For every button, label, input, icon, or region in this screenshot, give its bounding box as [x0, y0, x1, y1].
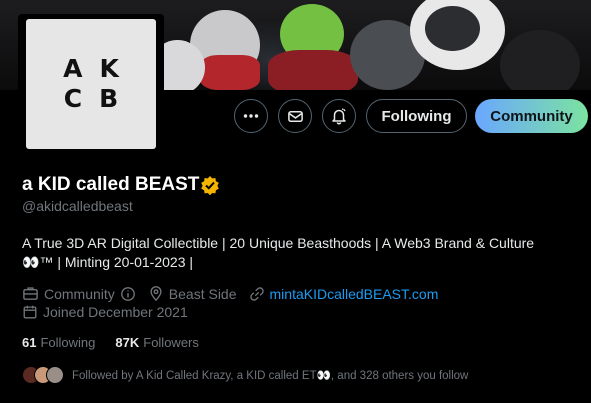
banner-figure-2-body: [268, 50, 358, 90]
follower-avatar-3: [46, 366, 64, 384]
bell-icon: [332, 108, 346, 125]
profile-meta: Community Beast Side mintaKIDcalledBEAST…: [22, 285, 450, 302]
location-label: Beast Side: [168, 285, 237, 302]
followers-stat[interactable]: 87K Followers: [115, 335, 198, 350]
joined-row: Joined December 2021: [22, 304, 200, 320]
envelope-icon: [287, 110, 303, 122]
following-label: Following: [40, 335, 96, 350]
notifications-button[interactable]: [322, 99, 356, 133]
banner-figure-5: [500, 30, 580, 90]
category-item: Community: [22, 285, 136, 302]
profile-bio: A True 3D AR Digital Collectible | 20 Un…: [22, 234, 582, 272]
followed-by-text: Followed by A Kid Called Krazy, a KID ca…: [72, 370, 469, 382]
banner-figure-1-hat: [200, 55, 260, 90]
more-button[interactable]: [234, 99, 268, 133]
avatar-logo: AK CB: [26, 19, 156, 149]
profile-avatar[interactable]: AK CB: [18, 14, 164, 156]
message-button[interactable]: [278, 99, 312, 133]
verified-badge-icon[interactable]: [200, 175, 220, 195]
bio-line-2: 👀™ | Minting 20-01-2023 |: [22, 254, 194, 270]
name-row: a KID called BEAST: [22, 174, 220, 196]
display-name: a KID called BEAST: [22, 174, 200, 195]
followed-by-row[interactable]: Followed by A Kid Called Krazy, a KID ca…: [22, 366, 468, 384]
info-icon[interactable]: [120, 286, 136, 302]
logo-line-2: CB: [63, 84, 136, 113]
briefcase-icon: [23, 287, 38, 300]
joined-item: Joined December 2021: [22, 304, 188, 320]
banner-figure-4-face: [425, 6, 480, 51]
website-item: mintaKIDcalledBEAST.com: [249, 286, 439, 302]
followers-label: Followers: [143, 335, 199, 350]
joined-date: Joined December 2021: [43, 304, 188, 320]
logo-line-1: AK: [63, 54, 136, 83]
location-pin-icon: [150, 286, 162, 302]
location-item: Beast Side: [148, 285, 237, 302]
bio-line-1: A True 3D AR Digital Collectible | 20 Un…: [22, 235, 535, 251]
calendar-icon: [23, 305, 37, 319]
website-link[interactable]: mintaKIDcalledBEAST.com: [270, 286, 439, 302]
following-button[interactable]: Following: [366, 99, 467, 133]
category-label: Community: [44, 285, 115, 302]
community-button[interactable]: Community: [475, 99, 588, 133]
profile-handle: @akidcalledbeast: [22, 198, 133, 214]
following-stat[interactable]: 61 Following: [22, 335, 95, 350]
more-icon: [243, 114, 259, 118]
follow-stats: 61 Following 87K Followers: [22, 335, 219, 350]
link-icon: [249, 286, 264, 301]
following-count: 61: [22, 335, 37, 350]
followers-count: 87K: [115, 335, 140, 350]
